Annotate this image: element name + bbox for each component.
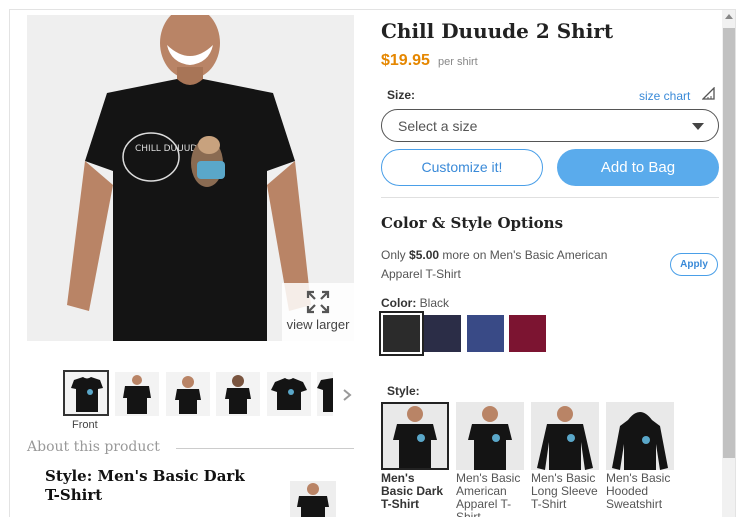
color-swatch-royal[interactable]	[467, 315, 504, 352]
customize-button[interactable]: Customize it!	[381, 149, 543, 186]
style-image	[606, 402, 674, 470]
style-name: Men's Basic Hooded Sweatshirt	[606, 472, 671, 511]
divider	[381, 197, 719, 198]
size-label: Size:	[387, 88, 416, 102]
apply-button[interactable]: Apply	[670, 253, 718, 276]
product-image[interactable]: CHILL DUUUDE view larger	[27, 15, 354, 341]
thumbnail-image	[317, 378, 333, 412]
style-heading: Style: Men's Basic Dark T-Shirt	[45, 467, 245, 504]
ruler-icon[interactable]	[702, 87, 715, 100]
style-name: Men's Basic Long Sleeve T-Shirt	[531, 472, 598, 511]
divider	[176, 448, 354, 449]
style-name: Men's Basic Dark T-Shirt	[381, 472, 444, 511]
scrollbar-thumb[interactable]	[723, 28, 735, 458]
style-image	[381, 402, 449, 470]
thumbnail-image	[123, 375, 151, 414]
thumbnail-label: Front	[72, 419, 98, 431]
product-title: Chill Duuude 2 Shirt	[381, 19, 614, 43]
thumbnail-6[interactable]	[317, 372, 333, 416]
view-larger-label: view larger	[286, 317, 350, 332]
style-image	[456, 402, 524, 470]
size-select[interactable]: Select a size	[381, 109, 719, 142]
add-to-bag-button[interactable]: Add to Bag	[557, 149, 719, 186]
thumbnail-5[interactable]	[267, 372, 311, 416]
about-title: About this product	[27, 439, 164, 455]
color-value: Black	[419, 296, 450, 310]
chevron-right-icon[interactable]	[340, 388, 354, 402]
style-option[interactable]: Men's Basic Long Sleeve T-Shirt	[531, 402, 599, 517]
thumbnail-image	[175, 376, 201, 414]
color-swatch-navy[interactable]	[424, 315, 461, 352]
thumbnail-image	[225, 375, 251, 414]
thumbnail-2[interactable]	[115, 372, 159, 416]
color-swatch-maroon[interactable]	[509, 315, 546, 352]
price-unit: per shirt	[438, 56, 478, 68]
size-chart-link[interactable]: size chart	[639, 89, 690, 103]
upsell-amount: $5.00	[409, 248, 440, 262]
thumbnail-front[interactable]	[63, 370, 109, 416]
thumbnail-image	[65, 372, 107, 414]
color-swatch-black[interactable]	[379, 311, 424, 356]
style-option[interactable]: Men's Basic American Apparel T-Shirt	[456, 402, 524, 517]
style-option[interactable]: Men's Basic Hooded Sweatshirt	[606, 402, 674, 517]
style-image	[531, 402, 599, 470]
color-label: Color: Black	[381, 296, 450, 310]
style-name: Men's Basic American Apparel T-Shirt	[456, 472, 521, 517]
view-larger-button[interactable]: view larger	[282, 283, 354, 341]
product-page: CHILL DUUUDE view larger Front About thi…	[9, 9, 736, 517]
chevron-down-icon	[692, 123, 704, 130]
upsell-text: Only $5.00 more on Men's Basic American …	[381, 248, 608, 281]
thumbnail-image	[271, 378, 307, 410]
options-title: Color & Style Options	[381, 214, 564, 232]
thumbnail-4[interactable]	[216, 372, 260, 416]
style-option[interactable]: Men's Basic Dark T-Shirt	[381, 402, 449, 517]
style-label: Style:	[387, 384, 420, 398]
scroll-up-icon[interactable]	[725, 14, 733, 19]
thumbnail-3[interactable]	[166, 372, 210, 416]
size-select-value: Select a size	[398, 118, 478, 134]
expand-icon	[306, 290, 330, 314]
style-preview-image	[290, 481, 336, 517]
product-price: $19.95	[381, 52, 430, 69]
